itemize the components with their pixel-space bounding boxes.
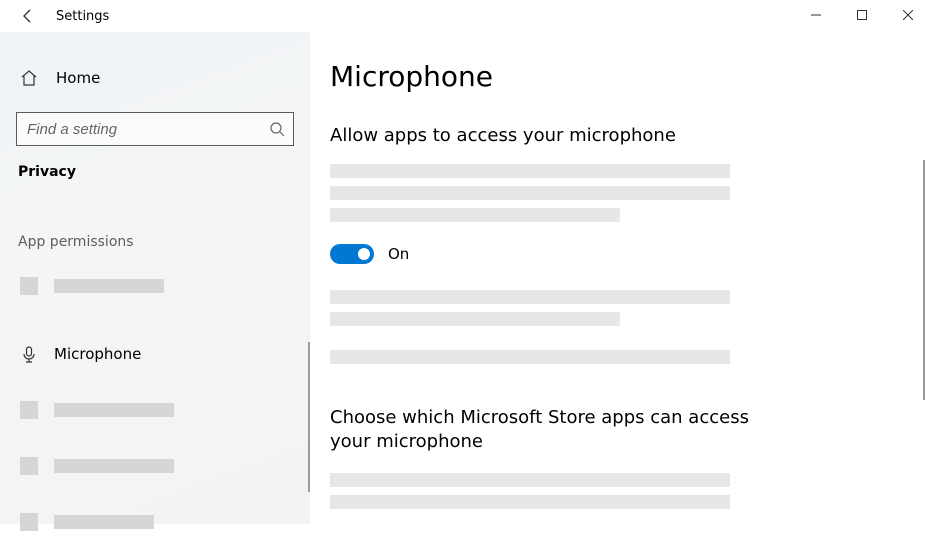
description-text [330,473,931,509]
heading-allow-apps: Allow apps to access your microphone [330,125,931,146]
toggle-state-label: On [388,245,409,263]
placeholder-label [54,403,174,417]
maximize-icon [857,10,867,20]
back-button[interactable] [12,0,44,32]
description-text [330,164,931,222]
minimize-button[interactable] [793,0,839,30]
placeholder-label [54,279,164,293]
sidebar: Home Privacy App permissions Microphone [0,32,310,524]
minimize-icon [811,10,821,20]
search-input[interactable] [27,121,269,138]
window-title: Settings [56,9,109,24]
maximize-button[interactable] [839,0,885,30]
heading-choose-apps: Choose which Microsoft Store apps can ac… [330,406,750,455]
main-scrollbar[interactable] [923,160,925,400]
arrow-left-icon [20,8,36,24]
microphone-label: Microphone [54,345,141,363]
search-icon [269,121,285,137]
description-text [330,290,931,326]
allow-apps-toggle[interactable] [330,244,374,264]
close-icon [903,10,913,20]
placeholder-label [54,515,154,529]
sidebar-item-placeholder[interactable] [16,446,294,486]
sidebar-item-microphone[interactable]: Microphone [16,334,294,374]
page-title: Microphone [330,60,931,93]
placeholder-icon [20,457,38,475]
window-controls [793,0,931,30]
placeholder-icon [20,277,38,295]
search-box[interactable] [16,112,294,146]
placeholder-icon [20,401,38,419]
sidebar-item-placeholder[interactable] [16,266,294,306]
sidebar-item-placeholder[interactable] [16,502,294,542]
home-icon [20,69,38,87]
description-text [330,350,931,364]
placeholder-icon [20,513,38,531]
close-button[interactable] [885,0,931,30]
placeholder-label [54,459,174,473]
home-nav[interactable]: Home [16,60,294,96]
sidebar-item-placeholder[interactable] [16,390,294,430]
home-label: Home [56,69,100,87]
microphone-icon [20,345,38,363]
privacy-category[interactable]: Privacy [16,164,294,180]
toggle-knob [358,248,370,260]
section-app-permissions: App permissions [16,234,294,250]
main-content: Microphone Allow apps to access your mic… [310,32,931,524]
allow-apps-toggle-row: On [330,244,931,264]
